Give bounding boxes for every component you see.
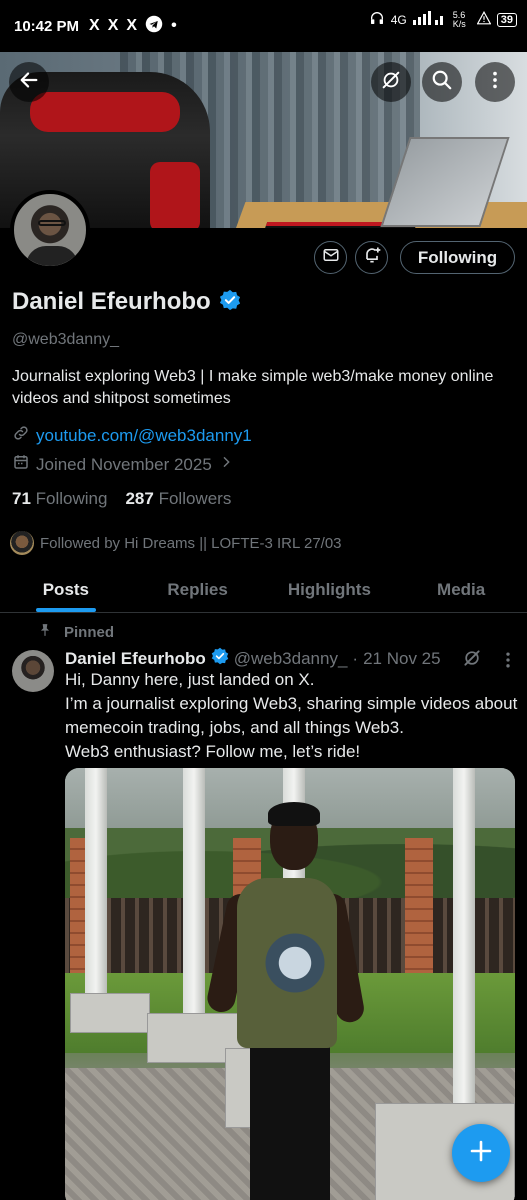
image-brick-pillar [405,838,433,988]
mail-icon [322,246,340,269]
post-author-avatar[interactable] [12,650,54,692]
search-button[interactable] [422,62,462,102]
post-line: Web3 enthusiast? Follow me, let’s ride! [65,742,361,761]
status-bar: 10:42 PM X X X • 4G 5.6 K/s 39 [0,0,527,52]
tab-label: Media [437,580,486,599]
signal-icon [412,11,447,28]
plus-icon [469,1139,493,1168]
avatar-shirt [26,246,78,266]
pinned-indicator: Pinned [38,622,114,642]
following-label: Following [35,489,108,508]
followers-label: Followers [158,489,232,508]
following-button[interactable]: Following [400,241,515,274]
alert-icon [476,10,492,28]
headphones-icon [369,10,385,29]
joined-date: Joined November 2025 [36,454,212,474]
status-right: 4G 5.6 K/s 39 [369,10,517,29]
x-notification-icon: X [107,17,119,34]
pinned-label: Pinned [64,623,115,641]
profile-link[interactable]: youtube.com/@web3danny1 [36,426,252,446]
arrow-left-icon [18,69,40,96]
x-notification-icon: X [126,17,138,34]
tab-replies[interactable]: Replies [132,566,264,612]
tab-label: Posts [42,580,90,599]
image-pole-base [70,993,150,1033]
notifications-button[interactable] [355,241,388,274]
following-count: 71 [12,489,31,508]
pin-icon [38,622,52,642]
followed-by-text: Followed by Hi Dreams || LOFTE-3 IRL 27/… [40,534,342,552]
post-line: I’m a journalist exploring Web3, sharing… [65,694,518,737]
profile-name-row: Daniel Efeurhobo [12,288,241,316]
joined-row[interactable]: Joined November 2025 [12,453,234,476]
tab-label: Highlights [287,580,371,599]
post-separator: · [352,648,359,668]
post-date[interactable]: 21 Nov 25 [363,649,441,669]
profile-bio: Journalist exploring Web3 | I make simpl… [12,368,494,407]
profile-link-row[interactable]: youtube.com/@web3danny1 [12,424,252,447]
post-author-name[interactable]: Daniel Efeurhobo [65,649,206,669]
grok-icon [380,69,402,96]
profile-handle: @web3danny_ [12,331,119,348]
telegram-icon [145,15,163,38]
back-button[interactable] [9,62,49,102]
followers-count: 287 [125,489,154,508]
network-label: 4G [390,12,407,27]
follow-stats: 71 Following 287 Followers [12,489,231,509]
profile-avatar[interactable] [10,190,90,270]
battery-icon: 39 [496,12,517,27]
x-notification-icon: X [89,17,100,34]
post-handle[interactable]: @web3danny_ [234,649,348,669]
image-pole [85,768,107,1018]
post-body: Hi, Danny here, just landed on X. I’m a … [65,668,520,764]
dot-icon: • [171,17,177,34]
link-icon [12,424,30,447]
status-time: 10:42 PM [14,17,80,35]
banner-chair-pillow [30,92,180,132]
calendar-icon [12,453,30,476]
image-person-legs [250,1043,330,1200]
banner-chair-side [150,162,200,228]
more-options-button[interactable] [475,62,515,102]
image-shirt-print [260,923,330,1003]
following-stat[interactable]: 71 Following [12,489,107,509]
image-person-hair [268,802,320,826]
more-vertical-icon [484,69,506,96]
compose-post-button[interactable] [452,1124,510,1182]
message-button[interactable] [314,241,347,274]
chevron-right-icon [218,454,234,475]
speed-label: 5.6 K/s [452,9,466,29]
display-name: Daniel Efeurhobo [12,288,211,315]
tab-highlights[interactable]: Highlights [264,566,396,612]
tab-media[interactable]: Media [395,566,527,612]
post-image[interactable] [65,768,515,1200]
post-header: Daniel Efeurhobo @web3danny_ · 21 Nov 25 [65,647,441,670]
search-icon [431,69,453,96]
tab-posts[interactable]: Posts [0,566,132,612]
bell-plus-icon [362,245,382,270]
followers-stat[interactable]: 287 Followers [125,489,231,509]
followed-by-row[interactable]: Followed by Hi Dreams || LOFTE-3 IRL 27/… [10,531,342,555]
post-line: Hi, Danny here, just landed on X. [65,670,315,689]
verified-badge-icon [211,647,229,670]
grok-button[interactable] [371,62,411,102]
profile-tabs: Posts Replies Highlights Media [0,566,527,613]
image-pole [453,768,475,1108]
verified-badge-icon[interactable] [219,289,241,316]
follower-avatar [10,531,34,555]
tab-label: Replies [167,580,228,599]
image-pole [183,768,205,1018]
avatar-glasses [38,220,66,226]
active-tab-indicator [35,608,96,612]
